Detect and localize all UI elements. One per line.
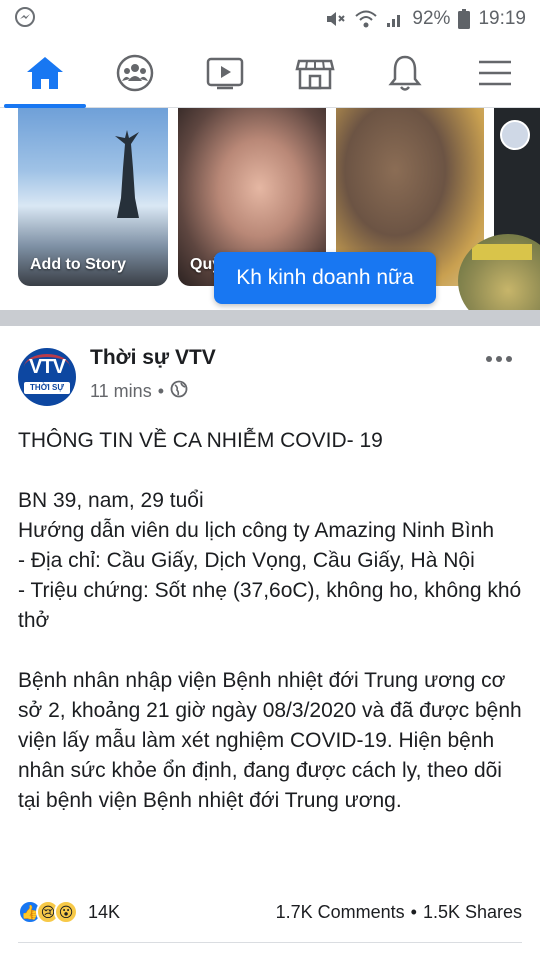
post-job: Hướng dẫn viên du lịch công ty Amazing N… [18,519,495,542]
meta-separator: • [157,381,165,401]
battery-percent: 92% [412,8,451,29]
reaction-icons[interactable]: 👍 😢 😮 [18,900,78,924]
feed-divider [0,310,540,326]
post-symptoms: - Triệu chứng: Sốt nhẹ (37,6oC), không h… [18,579,528,632]
tab-groups[interactable] [90,38,180,107]
story-card-add[interactable]: Add to Story [18,108,168,286]
page-avatar[interactable]: VTV THỜI SỰ [18,348,76,406]
engagement-counts: 1.7K Comments • 1.5K Shares [276,902,522,923]
person-silhouette-image [115,130,139,218]
wow-reaction-icon: 😮 [54,900,78,924]
groups-icon [115,53,155,93]
post-time[interactable]: 11 mins [90,381,152,402]
reactions-bar: 👍 😢 😮 14K 1.7K Comments • 1.5K Shares [18,900,522,924]
reaction-count[interactable]: 14K [88,902,120,923]
post-title: THÔNG TIN VỀ CA NHIỄM COVID- 19 [18,429,383,452]
post-details: Bệnh nhân nhập viện Bệnh nhiệt đới Trung… [18,669,528,812]
tab-notifications[interactable] [360,38,450,107]
post-case: BN 39, nam, 29 tuổi [18,489,204,512]
post-divider [18,942,522,943]
mute-icon [324,9,346,29]
post-address: - Địa chỉ: Cầu Giấy, Dịch Vọng, Cầu Giấy… [18,549,475,572]
tab-watch[interactable] [180,38,270,107]
comments-count[interactable]: 1.7K Comments [276,902,405,923]
hamburger-menu-icon [477,58,513,88]
sign-image [472,244,532,260]
more-options-icon[interactable] [486,356,516,366]
avatar-band-text: THỜI SỰ [24,382,70,394]
shares-count[interactable]: 1.5K Shares [423,902,522,923]
feed-post: VTV THỜI SỰ Thời sự VTV 11 mins • THÔNG … [0,326,540,960]
bell-icon [387,54,423,92]
engagement-separator: • [410,901,417,922]
signal-icon [386,10,404,28]
tab-home[interactable] [0,38,90,108]
tab-menu[interactable] [450,38,540,107]
wifi-icon [354,9,378,29]
messenger-icon [14,6,36,33]
battery-icon [458,9,471,29]
post-meta: 11 mins • [90,380,188,403]
chat-bubble[interactable]: Kh kinh doanh nữa [214,252,436,304]
story-avatar [500,120,530,150]
post-author[interactable]: Thời sự VTV [90,346,216,370]
post-body: THÔNG TIN VỀ CA NHIỄM COVID- 19 BN 39, n… [18,426,528,816]
watch-icon [205,55,245,91]
story-label: Add to Story [30,256,126,273]
top-nav [0,38,540,108]
status-bar: 92% 19:19 [0,0,540,38]
avatar-logo-text: VTV [29,356,66,378]
tab-marketplace[interactable] [270,38,360,107]
marketplace-icon [295,55,335,91]
clock: 19:19 [478,8,526,29]
home-icon [25,55,65,91]
globe-icon [170,380,188,403]
